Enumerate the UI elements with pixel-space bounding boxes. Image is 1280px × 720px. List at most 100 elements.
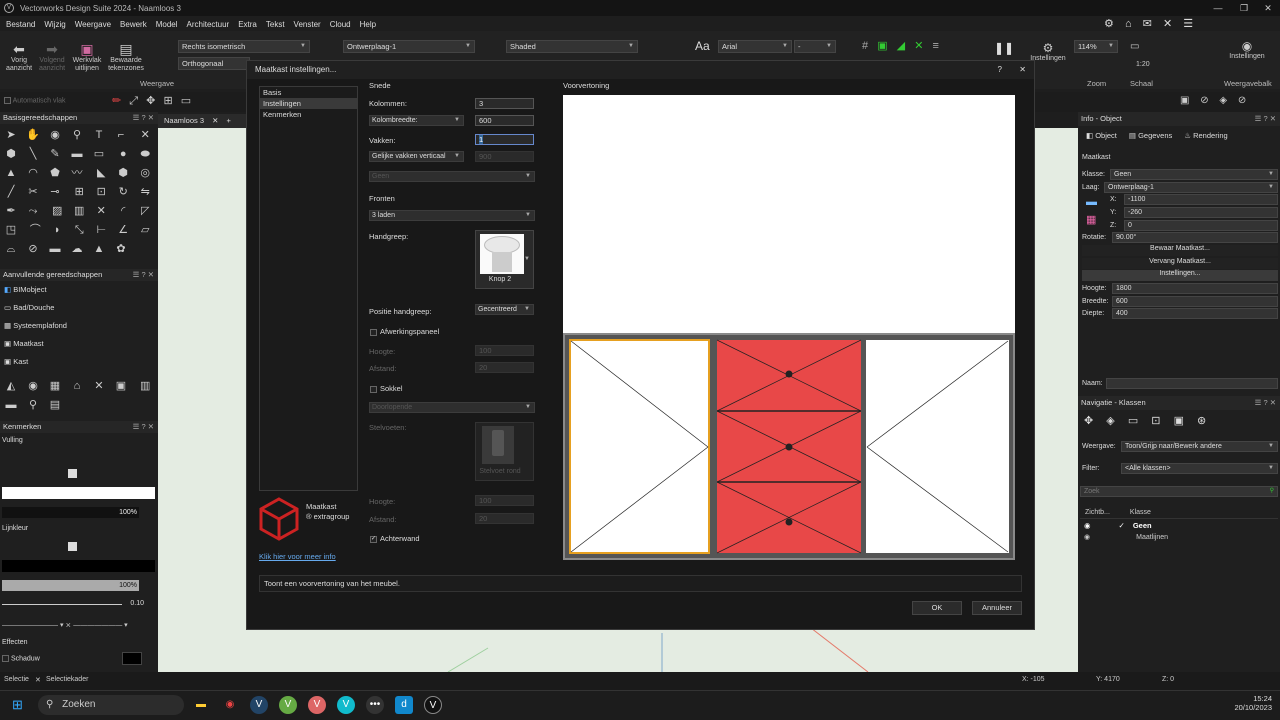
menu-venster[interactable]: Venster: [294, 20, 321, 29]
fill-color-swatch[interactable]: [2, 487, 155, 499]
mode-icon[interactable]: ▭: [181, 95, 191, 107]
cancel-button[interactable]: Annuleer: [972, 601, 1022, 615]
close-window-button[interactable]: ✕: [1256, 0, 1280, 16]
page-icon[interactable]: ▥: [134, 377, 156, 395]
ruler-icon[interactable]: ▭: [1130, 41, 1139, 52]
line-color-swatch[interactable]: [2, 560, 155, 572]
arc-tool-icon[interactable]: ◠: [22, 164, 44, 182]
app-d-icon[interactable]: d: [395, 696, 413, 714]
rect-tool-icon[interactable]: ▬: [66, 145, 88, 163]
curve-tool-icon[interactable]: ⌓: [0, 240, 22, 258]
hide-icon[interactable]: ⊘: [1200, 95, 1208, 106]
taskbar-search[interactable]: ⚲ Zoeken: [38, 695, 184, 715]
arrow-heads[interactable]: ———————— ▾ ⨯ ——————— ▾: [2, 621, 152, 629]
handgreep-picker[interactable]: Knop 2 ▼: [475, 230, 534, 289]
blade-tool-icon[interactable]: ◗: [46, 221, 68, 239]
minimize-button[interactable]: —: [1206, 0, 1230, 16]
x-field[interactable]: -1100: [1124, 194, 1278, 205]
afwerking-checkbox[interactable]: [370, 329, 377, 336]
polygon-tool-icon[interactable]: ⬟: [44, 164, 66, 182]
menu-weergave[interactable]: Weergave: [75, 20, 111, 29]
tab-object[interactable]: ◧ Object: [1086, 131, 1117, 140]
reshape-tool-icon[interactable]: ⤳: [22, 202, 44, 220]
layers-icon[interactable]: ◈: [1106, 415, 1114, 427]
class-dropdown[interactable]: Geen ▼: [1110, 169, 1278, 180]
menu-cloud[interactable]: Cloud: [330, 20, 351, 29]
text-tool-icon[interactable]: T: [88, 126, 110, 144]
box-icon[interactable]: ▣: [110, 377, 132, 395]
fill-style-selector[interactable]: [68, 469, 77, 478]
nav-instellingen[interactable]: Instellingen: [260, 98, 357, 109]
home-icon[interactable]: ⌂: [1125, 18, 1132, 30]
settings-button[interactable]: ⚙ Instellingen: [1030, 41, 1066, 63]
nav-basis[interactable]: Basis: [260, 87, 357, 98]
page-tool-icon[interactable]: ▱: [134, 221, 156, 239]
double-line-tool-icon[interactable]: ╱: [0, 183, 22, 201]
pause-icon[interactable]: ❚❚: [994, 41, 1014, 55]
app-v-icon[interactable]: V: [424, 696, 442, 714]
connect-tool-icon[interactable]: ⊸: [44, 183, 66, 201]
snap-green-icon[interactable]: ▣: [877, 40, 887, 52]
pen-tool-icon[interactable]: ✎: [44, 145, 66, 163]
spiral-tool-icon[interactable]: ◎: [134, 164, 156, 182]
menu-architectuur[interactable]: Architectuur: [187, 20, 230, 29]
shower-icon[interactable]: ◉: [22, 377, 44, 395]
reference-icon[interactable]: ⊛: [1197, 415, 1206, 427]
more-info-link[interactable]: Klik hier voor meer info: [259, 552, 336, 561]
locus-tool-icon[interactable]: ⬢: [0, 145, 22, 163]
zoom-combo[interactable]: 114% ▼: [1074, 40, 1118, 53]
tool-kast[interactable]: ▣ Kast: [4, 353, 158, 371]
snap-icons[interactable]: # ▣ ◢ ✕ ≡: [862, 39, 939, 52]
table-row[interactable]: ◉ Maatlijnen: [1080, 533, 1278, 541]
callout-tool-icon[interactable]: ▲: [88, 240, 110, 258]
chrome-icon[interactable]: ◉: [221, 696, 239, 714]
bike-icon[interactable]: ⚲: [22, 396, 44, 414]
menu-model[interactable]: Model: [156, 20, 178, 29]
app-dots-icon[interactable]: •••: [366, 696, 384, 714]
layer-dropdown[interactable]: Ontwerplaag-1 ▼: [1104, 182, 1278, 193]
snap-angle-icon[interactable]: ◢: [897, 40, 905, 52]
dimension-tool-icon[interactable]: ⌐: [110, 126, 132, 144]
cabinet-settings-button[interactable]: Instellingen...: [1082, 270, 1278, 281]
height-field[interactable]: 1800: [1112, 283, 1278, 294]
saved-view-icon[interactable]: ▣: [1174, 415, 1184, 427]
kolommen-field[interactable]: 3: [475, 98, 534, 109]
tool-bad-douche[interactable]: ▭ Bad/Douche: [4, 299, 158, 317]
class-icon[interactable]: ◈: [1219, 95, 1227, 106]
line-opacity[interactable]: 100%: [2, 580, 139, 591]
mirror-tool-icon[interactable]: ⇋: [134, 183, 156, 201]
hatch-tool-icon[interactable]: ▨: [46, 202, 68, 220]
tab-gegevens[interactable]: ▤ Gegevens: [1129, 131, 1172, 140]
cut-tool-icon[interactable]: ✂: [22, 183, 44, 201]
kolombreedte-field[interactable]: 600: [475, 115, 534, 126]
help-button[interactable]: ?: [998, 61, 1002, 79]
tag-tool-icon[interactable]: ▬: [44, 240, 66, 258]
house-icon[interactable]: ⌂: [66, 377, 88, 395]
depth-field[interactable]: 400: [1112, 308, 1278, 319]
triangle-tool-icon[interactable]: ▲: [0, 164, 22, 182]
settings-right-button[interactable]: ◉ Instellingen: [1222, 39, 1272, 61]
grid-snap-icon[interactable]: #: [862, 40, 868, 52]
app-red-icon[interactable]: V: [308, 696, 326, 714]
tab-naamloos[interactable]: Naamloos 3 ✕ +: [158, 114, 248, 128]
pivot-icon[interactable]: ▦: [1086, 213, 1096, 226]
viewport-icon[interactable]: ⊡: [1151, 415, 1160, 427]
stair-icon[interactable]: ◭: [0, 377, 22, 395]
windows-start-icon[interactable]: ⊞: [12, 697, 23, 713]
positie-dropdown[interactable]: Gecentreerd ▼: [475, 304, 534, 315]
save-cabinet-button[interactable]: Bewaar Maatkast...: [1082, 245, 1278, 256]
color-tool-icon[interactable]: ✿: [110, 240, 132, 258]
menu-extra[interactable]: Extra: [238, 20, 257, 29]
fillet-tool-icon[interactable]: ◜: [112, 202, 134, 220]
table-row[interactable]: ◉ ✓ Geen: [1080, 521, 1278, 530]
trim-tool-icon[interactable]: ⊡: [90, 183, 112, 201]
right-mode-icons[interactable]: ▣ ⊘ ◈ ⊘: [1180, 95, 1246, 106]
zoom-tool-icon[interactable]: ⚲: [66, 126, 88, 144]
freehand-tool-icon[interactable]: 〰: [66, 164, 88, 182]
layer-combo[interactable]: Ontwerplaag-1 ▼: [343, 40, 475, 53]
achterwand-checkbox[interactable]: ✓: [370, 536, 377, 543]
close-icon[interactable]: ✕: [1163, 18, 1172, 30]
view-combo[interactable]: Rechts isometrisch ▼: [178, 40, 310, 53]
round-rect-tool-icon[interactable]: ▭: [88, 145, 110, 163]
z-field[interactable]: 0: [1124, 220, 1278, 231]
